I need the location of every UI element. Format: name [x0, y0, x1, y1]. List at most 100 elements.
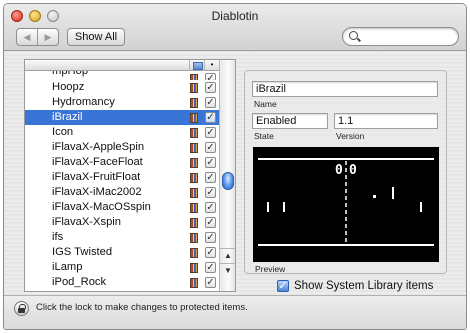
list-item[interactable]: iFlavaX-iMac2002 ✓ — [25, 185, 219, 200]
list-item-label: iFlavaX-iMac2002 — [52, 186, 142, 198]
list-item-label: iLamp — [52, 261, 83, 273]
enabled-checkbox[interactable]: ✓ — [205, 97, 216, 108]
list-item[interactable]: iFlavaX-MacOSspin ✓ — [25, 200, 219, 215]
window-title: Diablotin — [211, 9, 259, 23]
list-item-label: Hoopz — [52, 81, 85, 93]
enabled-checkbox[interactable]: ✓ — [205, 187, 216, 198]
pong-ball — [373, 195, 376, 198]
list-item[interactable]: iFlavaX-AppleSpin ✓ — [25, 140, 219, 155]
pong-score-right: 0 — [349, 163, 357, 178]
bundle-icon — [190, 83, 198, 93]
search-field[interactable] — [342, 27, 459, 46]
bundle-icon — [190, 278, 198, 288]
list-item[interactable]: Hoopz ✓ — [25, 80, 219, 95]
enabled-checkbox[interactable]: ✓ — [205, 277, 216, 288]
bundle-icon — [190, 158, 198, 168]
bundle-icon — [190, 98, 198, 108]
enabled-checkbox[interactable]: ✓ — [205, 73, 216, 80]
bundle-icon — [190, 188, 198, 198]
list-item-label: Hydromancy — [52, 96, 115, 108]
list-item-label: iBrazil — [52, 111, 83, 123]
name-label: Name — [254, 99, 277, 109]
pong-right-paddle-outer — [420, 202, 422, 212]
scroll-up-arrow-icon[interactable]: ▲ — [220, 248, 235, 262]
enabled-checkbox[interactable]: ✓ — [205, 202, 216, 213]
back-arrow-icon[interactable]: ◀ — [17, 29, 38, 45]
list-item-label: ifs — [52, 231, 64, 243]
details-panel: iBrazil Name Enabled State 1.1 Version 0… — [244, 70, 447, 274]
list-item-label: IGS Twisted — [52, 246, 113, 258]
enabled-checkbox[interactable]: ✓ — [205, 217, 216, 228]
state-label: State — [254, 131, 274, 141]
list-item-label: Icon — [52, 126, 74, 138]
name-field[interactable]: iBrazil — [252, 81, 438, 97]
enabled-column-header[interactable]: • — [204, 60, 219, 71]
enabled-checkbox[interactable]: ✓ — [205, 142, 216, 153]
pong-bottom-wall — [258, 244, 434, 246]
enabled-checkbox[interactable]: ✓ — [205, 247, 216, 258]
list-item[interactable]: iPod_Rock ✓ — [25, 275, 219, 290]
version-field[interactable]: 1.1 — [334, 113, 438, 129]
forward-arrow-icon[interactable]: ▶ — [38, 29, 58, 45]
bundle-column-header-icon[interactable] — [189, 60, 204, 71]
bundle-icon — [190, 218, 198, 228]
pong-score-left: 0 — [335, 163, 343, 178]
lock-icon[interactable] — [14, 301, 29, 316]
scroll-down-arrow-icon[interactable]: ▼ — [220, 263, 235, 277]
enabled-checkbox[interactable]: ✓ — [205, 232, 216, 243]
preview-label: Preview — [255, 264, 286, 274]
list-scrollbar[interactable]: ▲ ▼ — [219, 60, 235, 291]
list-item-label: iFlavaX-Xspin — [52, 216, 122, 228]
state-field[interactable]: Enabled — [252, 113, 328, 129]
preferences-window: Diablotin ◀ ▶ Show All • mpHop ✓ Hoopz ✓ Hyd… — [3, 3, 467, 330]
list-item[interactable]: iFlavaX-FaceFloat ✓ — [25, 155, 219, 170]
pong-left-paddle — [283, 202, 285, 212]
list-item[interactable]: iBrazil ✓ — [25, 110, 219, 125]
lock-hint-text: Click the lock to make changes to protec… — [36, 302, 248, 313]
list-item[interactable]: iFlavaX-Xspin ✓ — [25, 215, 219, 230]
list-item-label: iFlavaX-FaceFloat — [52, 156, 143, 168]
pong-top-wall — [258, 158, 434, 160]
list-item[interactable]: iFlavaX-FruitFloat ✓ — [25, 170, 219, 185]
scroll-thumb[interactable] — [222, 172, 234, 190]
search-icon — [349, 31, 358, 40]
pong-left-paddle-outer — [267, 202, 269, 212]
enabled-checkbox[interactable]: ✓ — [205, 172, 216, 183]
footer-bar: Click the lock to make changes to protec… — [4, 295, 466, 329]
list-item[interactable]: Hydromancy ✓ — [25, 95, 219, 110]
list-item[interactable]: Icon ✓ — [25, 125, 219, 140]
show-system-library-label: Show System Library items — [294, 280, 434, 292]
bundle-icon — [190, 233, 198, 243]
list-item-label: iFlavaX-AppleSpin — [52, 141, 145, 153]
pong-right-paddle — [392, 187, 394, 199]
bundle-icon — [190, 173, 198, 183]
enabled-checkbox[interactable]: ✓ — [205, 157, 216, 168]
checkbox-checked-icon[interactable]: ✓ — [277, 280, 289, 292]
list-rows: mpHop ✓ Hoopz ✓ Hydromancy ✓ iBrazil ✓ Icon ✓ iFla… — [25, 71, 219, 290]
list-header: • — [25, 60, 219, 71]
enabled-checkbox[interactable]: ✓ — [205, 112, 216, 123]
bundle-icon — [190, 263, 198, 273]
list-item-label: iFlavaX-MacOSspin — [52, 201, 151, 213]
list-item-label: mpHop — [52, 71, 89, 77]
version-label: Version — [336, 131, 365, 141]
list-item[interactable]: IGS Twisted ✓ — [25, 245, 219, 260]
back-forward-control: ◀ ▶ — [16, 28, 59, 46]
bundle-icon — [190, 113, 198, 123]
list-item-label: iFlavaX-FruitFloat — [52, 171, 141, 183]
preview-image: 0 0 — [253, 147, 439, 262]
enabled-checkbox[interactable]: ✓ — [205, 82, 216, 93]
list-item-label: iPod_Rock — [52, 276, 107, 288]
bundle-icon — [190, 248, 198, 258]
bundle-icon — [190, 128, 198, 138]
list-item[interactable]: ifs ✓ — [25, 230, 219, 245]
enabled-checkbox[interactable]: ✓ — [205, 262, 216, 273]
show-all-button[interactable]: Show All — [67, 28, 125, 46]
list-item[interactable]: mpHop ✓ — [25, 71, 219, 80]
module-list: • mpHop ✓ Hoopz ✓ Hydromancy ✓ iBrazil ✓ Icon ✓ iF… — [24, 59, 236, 292]
title-bar: Diablotin ◀ ▶ Show All — [4, 4, 466, 51]
list-item[interactable]: iLamp ✓ — [25, 260, 219, 275]
bundle-icon — [190, 203, 198, 213]
bundle-icon — [190, 143, 198, 153]
enabled-checkbox[interactable]: ✓ — [205, 127, 216, 138]
